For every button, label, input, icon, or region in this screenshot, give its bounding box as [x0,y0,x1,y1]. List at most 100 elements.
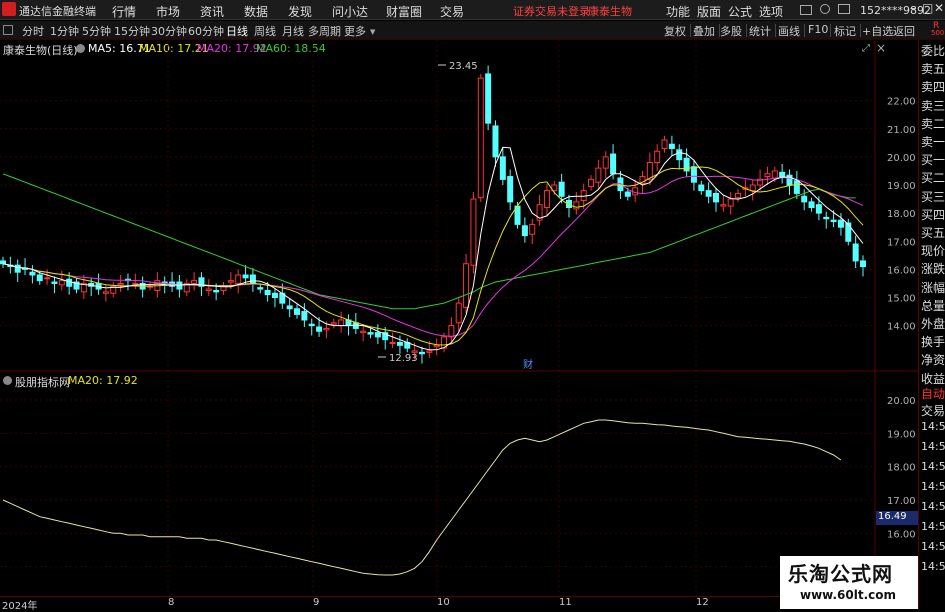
candle-body [588,178,595,187]
sub-y-tick-label: 16.00 [887,529,916,540]
stock-name-tab[interactable]: 康泰生物 [588,3,632,19]
close-icon[interactable]: ✕ [934,1,944,15]
trade-time: 14:56 [921,420,945,433]
quote-field-label: 总量 [921,298,945,313]
minimize-icon[interactable]: – [910,1,916,15]
candle-body [301,311,308,321]
draw-line-button[interactable]: 画线 [778,23,800,39]
add-watchlist-button[interactable]: +自选 [862,23,893,39]
period-1min[interactable]: 1分钟 [50,23,79,39]
candle-body [205,288,212,291]
candle-body [558,181,565,197]
candle-body [191,280,198,284]
candle-body [543,190,550,208]
trade-label[interactable]: 交易 [921,402,945,419]
quote-field-label: 卖五 [921,62,945,77]
candle-body [720,204,727,207]
list-icon[interactable] [3,25,13,35]
message-icon[interactable] [800,5,812,15]
user-icon[interactable] [820,4,830,14]
menu-wealth[interactable]: 财富圈 [386,3,422,20]
candle-body [771,170,778,179]
menu-news[interactable]: 资讯 [200,3,224,20]
candle-body [507,176,514,203]
trade-time: 14:56 [921,440,945,453]
event-marker[interactable]: 财 [523,358,533,371]
menu-layout[interactable]: 版面 [697,3,721,20]
back-button[interactable]: 返回 [893,23,915,39]
period-multi[interactable]: 多周期 [308,23,341,39]
toolbar-divider [690,24,691,37]
candle-body [316,326,323,332]
menu-market[interactable]: 市场 [156,3,180,20]
candle-body [330,322,337,325]
login-warning[interactable]: 证券交易未登录 [513,3,590,19]
candle-body [374,332,381,338]
menu-function[interactable]: 功能 [666,3,690,20]
menu-trade[interactable]: 交易 [440,3,464,20]
y-tick-label: 20.00 [887,153,916,164]
maximize-icon[interactable]: □ [922,1,933,15]
period-more[interactable]: 更多 [344,23,366,39]
candle-body [308,323,315,327]
multi-stock-button[interactable]: 多股 [720,23,742,39]
period-60min[interactable]: 60分钟 [188,23,224,39]
candle-body [14,264,21,273]
candle-body [433,344,440,348]
trade-time: 14:56 [921,460,945,473]
candle-body [396,342,403,346]
menu-options[interactable]: 选项 [759,3,783,20]
candle-body [676,149,683,161]
candle-body [595,167,602,183]
quote-field-label: 买四 [921,207,945,222]
chevron-down-icon[interactable]: ▼ [370,28,375,36]
menu-discover[interactable]: 发现 [288,3,312,20]
app-logo-icon [2,2,16,16]
period-daily[interactable]: 日线 [226,23,248,39]
period-30min[interactable]: 30分钟 [151,23,187,39]
candle-body [51,281,58,284]
ma20-line [2,175,864,337]
candle-body [529,223,536,235]
monitor-icon[interactable] [838,4,850,14]
y-tick-label: 16.00 [887,265,916,276]
candle-body [801,195,808,203]
candle-body [426,350,433,353]
statistics-button[interactable]: 统计 [749,23,771,39]
period-15min[interactable]: 15分钟 [114,23,150,39]
sub-settings-icon[interactable] [3,376,12,385]
candle-body [698,184,705,192]
trade-time: 14:56 [921,520,945,533]
menu-ask[interactable]: 问小达 [332,3,368,20]
menu-formula[interactable]: 公式 [728,3,752,20]
candle-body [213,289,220,293]
kline-chart[interactable]: 22.00 21.00 20.00 19.00 18.00 17.00 16.00 15.00… [0,40,918,596]
menu-quotes[interactable]: 行情 [112,3,136,20]
auto-label[interactable]: 自动 [921,385,945,402]
period-intraday[interactable]: 分时 [22,23,44,39]
period-weekly[interactable]: 周线 [254,23,276,39]
candle-body [712,192,719,203]
menu-data[interactable]: 数据 [244,3,268,20]
quote-field-label: 外盘 [921,317,945,331]
sub-ma20-label: MA20: 17.92 [68,374,138,387]
candle-body [257,287,264,290]
restore-rights-button[interactable]: 复权 [664,23,686,39]
candle-body [249,274,256,284]
ma10-line [2,166,864,346]
date-label: 8 [168,597,175,608]
y-tick-label: 21.00 [887,125,916,136]
candle-body [286,305,293,310]
f10-button[interactable]: F10 [808,23,828,36]
candle-body [705,190,712,197]
candle-body [227,280,234,283]
y-tick-label: 19.00 [887,181,916,192]
low-price-label: 12.93 [389,353,418,364]
date-label: 12 [696,597,709,608]
period-monthly[interactable]: 月线 [282,23,304,39]
candle-body [852,243,859,262]
period-5min[interactable]: 5分钟 [82,23,111,39]
mark-button[interactable]: 标记 [834,23,856,39]
overlay-button[interactable]: 叠加 [693,23,715,39]
toolbar-divider [830,24,831,37]
